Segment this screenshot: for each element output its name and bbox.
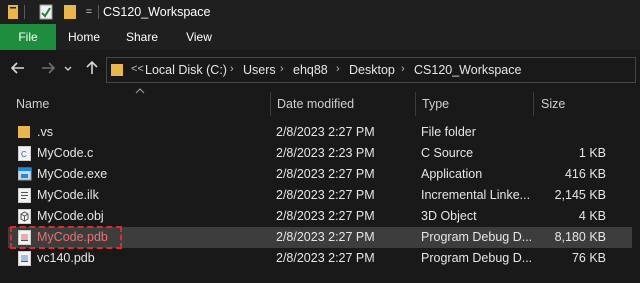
navigation-bar: << Local Disk (C:) › Users › ehq88 › Des… <box>0 50 640 90</box>
breadcrumb-overflow[interactable]: << <box>131 63 144 75</box>
tab-file[interactable]: File <box>0 24 56 50</box>
back-arrow-icon <box>10 62 24 74</box>
file-size <box>540 124 606 141</box>
breadcrumb-desktop[interactable]: Desktop <box>349 63 395 77</box>
breadcrumb-cs120-workspace[interactable]: CS120_Workspace <box>414 63 521 77</box>
chevron-right-icon[interactable]: › <box>280 63 284 75</box>
customize-quick-access-icon[interactable]: = <box>84 4 94 20</box>
address-bar[interactable]: << Local Disk (C:) › Users › ehq88 › Des… <box>106 57 636 83</box>
tab-share[interactable]: Share <box>122 24 162 50</box>
file-size: 2,145 KB <box>554 188 606 202</box>
toolbar-separator <box>98 5 99 19</box>
new-folder-icon[interactable] <box>62 4 78 20</box>
column-header-date-modified[interactable]: Date modified <box>277 92 354 116</box>
breadcrumb-users[interactable]: Users <box>243 63 276 77</box>
file-row[interactable]: MyCode.ilk 2/8/2023 2:27 PM Incremental … <box>8 185 632 206</box>
sort-ascending-icon <box>135 86 145 97</box>
pdb-file-icon <box>18 251 31 266</box>
forward-arrow-icon <box>42 62 56 74</box>
properties-icon[interactable] <box>38 4 54 20</box>
window-icon[interactable] <box>6 4 20 20</box>
highlight-annotation-box <box>10 226 122 249</box>
tab-home[interactable]: Home <box>62 24 106 50</box>
application-icon <box>17 167 32 182</box>
file-row[interactable]: MyCode.exe 2/8/2023 2:27 PM Application … <box>8 164 632 185</box>
file-size: 8,180 KB <box>554 230 606 244</box>
file-date: 2/8/2023 2:27 PM <box>276 188 375 202</box>
chevron-down-icon <box>64 66 72 71</box>
chevron-right-icon[interactable]: › <box>401 63 405 75</box>
column-divider[interactable] <box>415 92 416 116</box>
file-date: 2/8/2023 2:23 PM <box>276 146 375 160</box>
file-type: 3D Object <box>421 209 477 223</box>
file-row[interactable]: vc140.pdb 2/8/2023 2:27 PM Program Debug… <box>8 248 632 269</box>
file-row[interactable]: C MyCode.c 2/8/2023 2:23 PM C Source 1 K… <box>8 143 632 164</box>
column-divider[interactable] <box>270 92 271 116</box>
file-type: Program Debug D... <box>421 251 533 265</box>
tab-view[interactable]: View <box>180 24 218 50</box>
file-type: Incremental Linke... <box>421 188 531 202</box>
title-bar: = CS120_Workspace <box>0 0 640 24</box>
file-date: 2/8/2023 2:27 PM <box>276 251 375 265</box>
file-name[interactable]: vc140.pdb <box>37 250 95 267</box>
file-type: C Source <box>421 146 474 160</box>
file-type: Program Debug D... <box>421 230 533 244</box>
column-divider[interactable] <box>533 92 534 116</box>
chevron-right-icon[interactable]: › <box>336 63 340 75</box>
file-name[interactable]: MyCode.obj <box>37 208 104 225</box>
breadcrumb-local-disk[interactable]: Local Disk (C:) <box>145 63 227 77</box>
file-type: Application <box>421 167 483 181</box>
forward-button[interactable] <box>38 60 58 80</box>
file-size: 1 KB <box>578 146 606 160</box>
file-row[interactable]: MyCode.obj 2/8/2023 2:27 PM 3D Object 4 … <box>8 206 632 227</box>
column-header-name[interactable]: Name <box>16 92 49 116</box>
file-date: 2/8/2023 2:27 PM <box>276 125 375 139</box>
svg-text:C: C <box>21 150 27 159</box>
window-title: CS120_Workspace <box>103 5 211 19</box>
recent-locations-button[interactable] <box>62 60 74 80</box>
file-type: File folder <box>421 125 476 139</box>
column-header-type[interactable]: Type <box>422 92 449 116</box>
toolbar-separator <box>24 5 25 19</box>
column-header-size[interactable]: Size <box>541 92 565 116</box>
file-name[interactable]: MyCode.exe <box>37 166 107 183</box>
file-date: 2/8/2023 2:27 PM <box>276 230 375 244</box>
file-date: 2/8/2023 2:27 PM <box>276 209 375 223</box>
file-row-selected[interactable]: MyCode.pdb 2/8/2023 2:27 PM Program Debu… <box>8 226 632 249</box>
up-arrow-icon <box>86 60 98 74</box>
file-date: 2/8/2023 2:27 PM <box>276 167 375 181</box>
file-name[interactable]: .vs <box>37 124 53 141</box>
file-size: 76 KB <box>571 251 606 265</box>
3d-object-icon <box>18 209 31 224</box>
up-button[interactable] <box>82 60 102 80</box>
file-name[interactable]: MyCode.ilk <box>37 187 99 204</box>
breadcrumb-ehq88[interactable]: ehq88 <box>293 63 328 77</box>
c-source-file-icon: C <box>18 146 31 161</box>
folder-icon <box>18 125 31 140</box>
folder-icon <box>111 63 125 80</box>
chevron-right-icon[interactable]: › <box>230 63 234 75</box>
file-size: 4 KB <box>578 209 606 223</box>
back-button[interactable] <box>8 60 28 80</box>
ribbon: File Home Share View <box>0 24 640 50</box>
ilk-file-icon <box>18 188 31 203</box>
file-size: 416 KB <box>564 167 606 181</box>
file-row[interactable]: .vs 2/8/2023 2:27 PM File folder <box>8 122 632 143</box>
file-name[interactable]: MyCode.c <box>37 145 93 162</box>
